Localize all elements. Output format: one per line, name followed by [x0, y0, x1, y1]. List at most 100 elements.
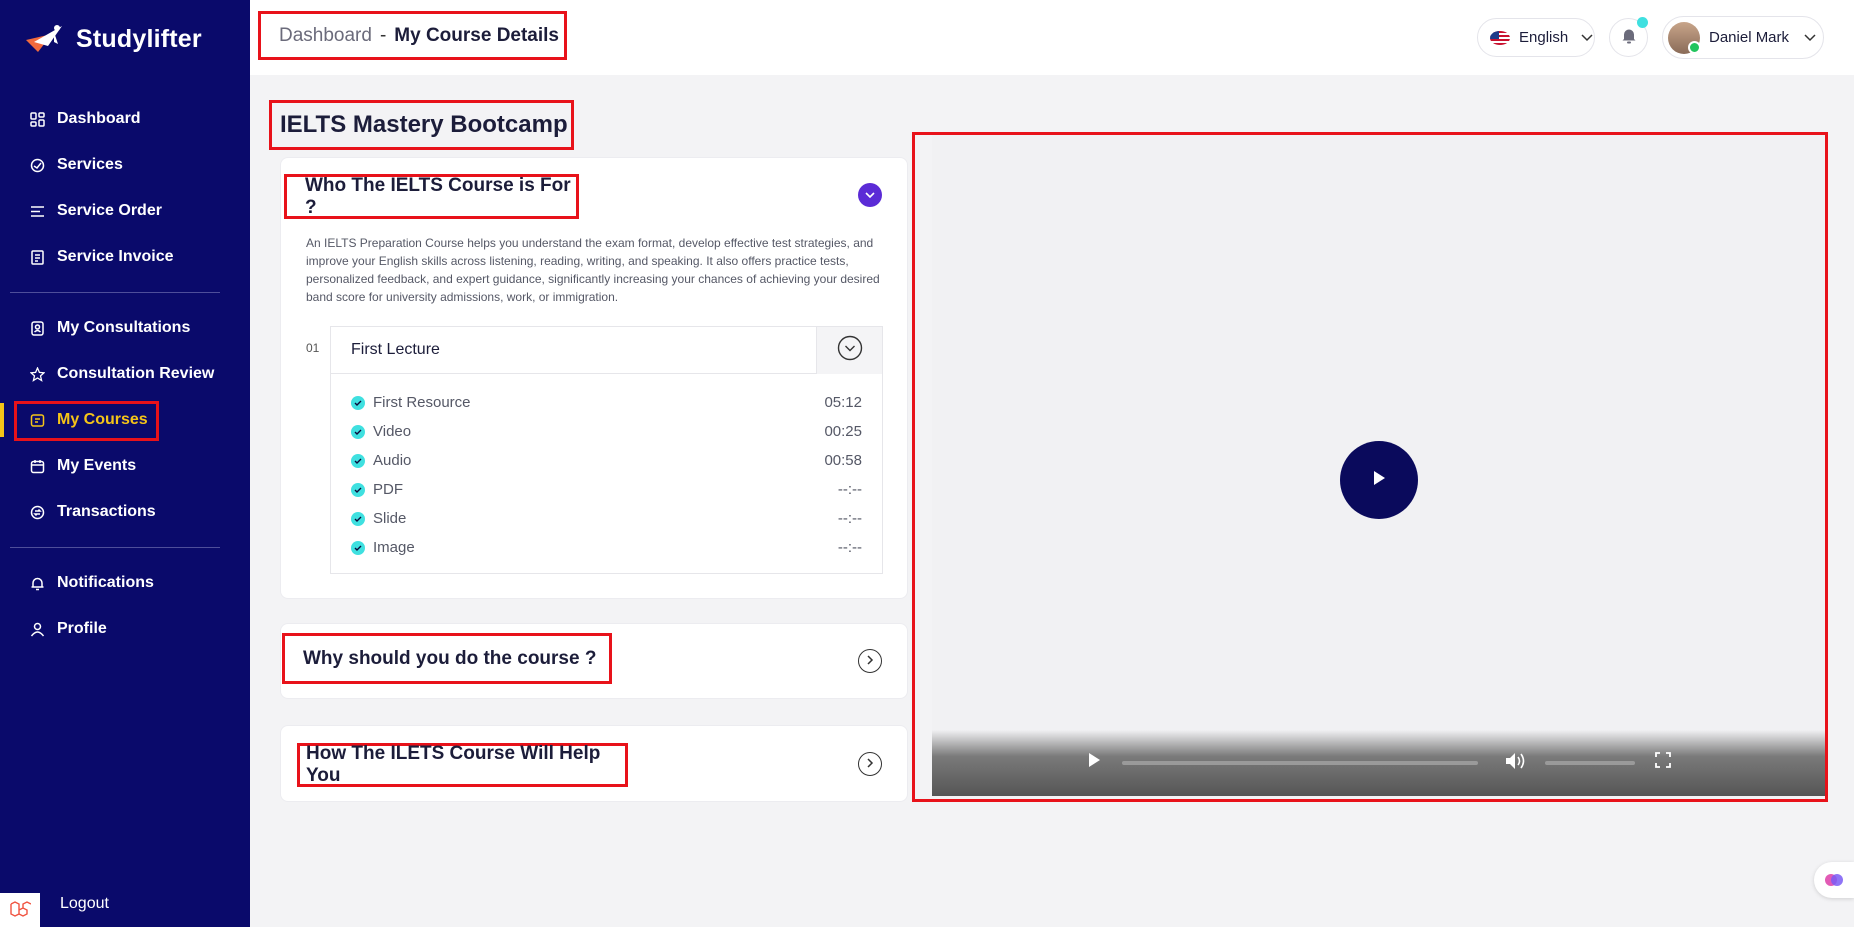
breadcrumb-current: My Course Details	[394, 24, 560, 46]
service-order-icon	[30, 204, 45, 219]
language-selector[interactable]: English	[1477, 18, 1595, 57]
lecture-header[interactable]: First Lecture	[331, 327, 882, 374]
section-title[interactable]: Why should you do the course ?	[282, 633, 612, 684]
resource-item[interactable]: Image --:--	[351, 533, 862, 562]
sidebar-item-label: Service Invoice	[57, 248, 174, 265]
sidebar-item-label: My Consultations	[57, 319, 191, 336]
consultations-icon	[30, 320, 45, 336]
sidebar-item-label: Notifications	[57, 574, 154, 591]
check-icon	[351, 482, 365, 497]
ai-assistant-icon[interactable]	[1814, 862, 1854, 898]
sidebar-item-label: Service Order	[57, 202, 162, 219]
chevron-right-icon	[866, 652, 874, 670]
resource-duration: --:--	[837, 510, 862, 527]
user-icon	[30, 622, 45, 637]
logo-icon	[24, 22, 68, 56]
transactions-icon	[30, 505, 45, 520]
user-menu[interactable]: Daniel Mark	[1662, 16, 1824, 59]
lecture-number: 01	[306, 341, 320, 355]
sidebar-item-consultation-review[interactable]: Consultation Review	[0, 351, 250, 397]
lecture-card: First Lecture First Resource 05:12 Video…	[330, 326, 883, 574]
us-flag-icon	[1490, 30, 1510, 45]
user-name: Daniel Mark	[1709, 29, 1790, 46]
services-icon	[30, 158, 45, 173]
invoice-icon	[30, 249, 45, 265]
breadcrumb-root[interactable]: Dashboard	[279, 25, 372, 47]
sidebar-item-label: Services	[57, 156, 123, 173]
sidebar-item-label: Profile	[57, 620, 107, 637]
resource-duration: 05:12	[824, 394, 862, 411]
sidebar-item-label: Consultation Review	[57, 365, 215, 382]
check-icon	[351, 424, 365, 439]
star-icon	[30, 366, 45, 382]
expand-toggle[interactable]	[858, 649, 882, 673]
play-icon	[1371, 469, 1387, 492]
nav-divider	[10, 292, 220, 293]
sidebar-item-service-order[interactable]: Service Order	[0, 188, 250, 234]
resource-item[interactable]: Audio 00:58	[351, 446, 862, 475]
sidebar-item-dashboard[interactable]: Dashboard	[0, 96, 250, 142]
chevron-down-icon	[865, 186, 875, 204]
section-title[interactable]: Who The IELTS Course is For ?	[284, 174, 579, 219]
play-icon[interactable]	[1087, 752, 1101, 773]
volume-icon[interactable]	[1505, 752, 1527, 775]
resource-name: First Resource	[373, 394, 471, 411]
calendar-icon	[30, 459, 45, 474]
sidebar: Studylifter Dashboard Services Service O…	[0, 0, 250, 927]
page-title: IELTS Mastery Bootcamp	[269, 100, 574, 150]
resource-duration: --:--	[837, 539, 862, 556]
sidebar-nav: Dashboard Services Service Order Service…	[0, 96, 250, 652]
resource-duration: 00:25	[824, 423, 862, 440]
language-label: English	[1519, 29, 1569, 46]
check-icon	[351, 453, 365, 468]
bell-icon	[30, 576, 45, 591]
active-item-highlight	[14, 401, 159, 441]
sidebar-item-my-events[interactable]: My Events	[0, 443, 250, 489]
lecture-toggle-button[interactable]	[816, 327, 882, 374]
bell-icon	[1621, 27, 1637, 49]
resource-name: Audio	[373, 452, 412, 469]
sidebar-item-transactions[interactable]: Transactions	[0, 489, 250, 535]
sidebar-item-my-consultations[interactable]: My Consultations	[0, 305, 250, 351]
resource-item[interactable]: Slide --:--	[351, 504, 862, 533]
collapse-toggle[interactable]	[858, 183, 882, 207]
resource-name: Image	[373, 539, 415, 556]
resource-name: PDF	[373, 481, 403, 498]
check-icon	[351, 395, 365, 410]
check-icon	[351, 540, 365, 555]
logout-label: Logout	[60, 895, 109, 912]
seek-bar[interactable]	[1122, 761, 1478, 765]
sidebar-item-label: Transactions	[57, 503, 156, 520]
section-title[interactable]: How The ILETS Course Will Help You	[297, 743, 628, 787]
framework-logo-icon[interactable]	[0, 893, 40, 927]
resource-item[interactable]: Video 00:25	[351, 417, 862, 446]
expand-toggle[interactable]	[858, 752, 882, 776]
nav-divider	[10, 547, 220, 548]
volume-slider[interactable]	[1545, 761, 1635, 765]
fullscreen-icon[interactable]	[1655, 752, 1671, 773]
app-name: Studylifter	[76, 24, 202, 53]
chevron-down-icon	[1804, 29, 1816, 46]
resource-name: Slide	[373, 510, 407, 527]
sidebar-item-label: My Events	[57, 457, 137, 474]
breadcrumb: Dashboard - My Course Details	[258, 11, 567, 60]
dashboard-icon	[30, 111, 45, 127]
play-button[interactable]	[1340, 441, 1418, 519]
resource-item[interactable]: First Resource 05:12	[351, 388, 862, 417]
sidebar-item-services[interactable]: Services	[0, 142, 250, 188]
avatar	[1668, 21, 1701, 54]
resource-name: Video	[373, 423, 412, 440]
chevron-down-icon	[1581, 29, 1593, 46]
resource-item[interactable]: PDF --:--	[351, 475, 862, 504]
chevron-down-circle-icon	[837, 335, 863, 366]
resource-duration: 00:58	[824, 452, 862, 469]
sidebar-item-service-invoice[interactable]: Service Invoice	[0, 234, 250, 280]
logo[interactable]: Studylifter	[24, 22, 202, 56]
chevron-right-icon	[866, 755, 874, 773]
resource-duration: --:--	[837, 481, 862, 498]
section-description: An IELTS Preparation Course helps you un…	[306, 236, 880, 304]
sidebar-item-notifications[interactable]: Notifications	[0, 560, 250, 606]
breadcrumb-separator: -	[379, 24, 387, 46]
check-icon	[351, 511, 365, 526]
sidebar-item-profile[interactable]: Profile	[0, 606, 250, 652]
